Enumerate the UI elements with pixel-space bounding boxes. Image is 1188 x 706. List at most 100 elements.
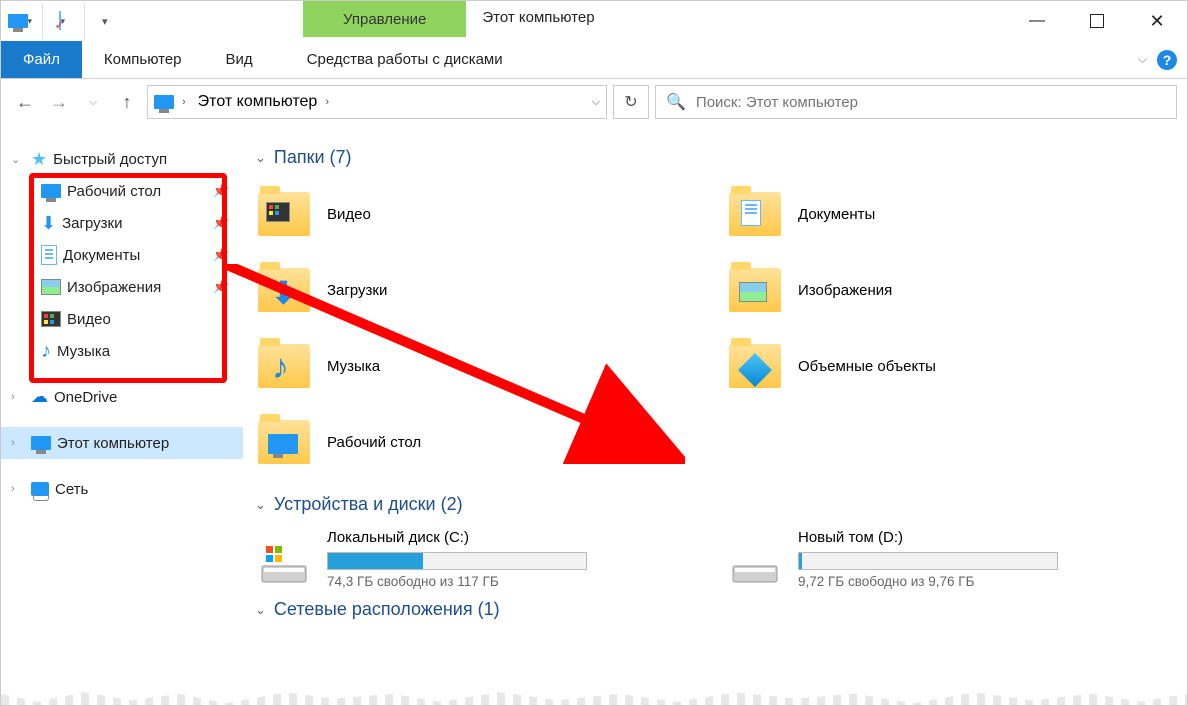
arrow-up-icon: ↑ — [123, 92, 132, 113]
folder-label: Рабочий стол — [327, 434, 421, 451]
video-icon — [266, 202, 290, 222]
caret-right-icon: › — [11, 391, 25, 403]
address-dropdown[interactable]: ⌵ — [592, 96, 600, 109]
folder-label: Документы — [798, 206, 875, 223]
image-icon — [41, 279, 61, 295]
tree-network[interactable]: ›Сеть — [1, 473, 243, 505]
maximize-icon — [1090, 14, 1104, 28]
chevron-right-icon: › — [325, 96, 329, 108]
tree-item-downloads[interactable]: ⬇Загрузки📌 — [1, 207, 243, 239]
nav-history-button[interactable]: ⌵ — [79, 88, 107, 116]
video-icon — [41, 311, 61, 327]
caret-down-icon: ⌄ — [255, 602, 266, 618]
tree-item-videos[interactable]: Видео — [1, 303, 243, 335]
tree-label: Видео — [67, 311, 111, 328]
quick-access-toolbar: ▾ ✓▾ ▾ — [1, 1, 133, 41]
ribbon-collapse-caret[interactable]: ⌵ — [1138, 52, 1147, 67]
computer-icon — [154, 95, 174, 109]
monitor-icon — [41, 184, 61, 198]
drive-capacity-bar — [798, 552, 1058, 570]
music-icon: ♪ — [41, 340, 51, 363]
section-title: Папки (7) — [274, 147, 352, 168]
folder-label: Видео — [327, 206, 371, 223]
caret-down-icon: ⌄ — [11, 153, 25, 166]
download-icon: ⬇ — [270, 274, 297, 312]
qat-customize[interactable]: ▾ — [91, 3, 127, 39]
ribbon-tab-view[interactable]: Вид — [204, 41, 275, 78]
ribbon-tab-file[interactable]: Файл — [1, 41, 82, 78]
folder-pictures[interactable]: Изображения — [726, 258, 1167, 322]
refresh-button[interactable]: ↻ — [613, 85, 649, 119]
chevron-right-icon: › — [182, 96, 186, 108]
folder-documents[interactable]: Документы — [726, 182, 1167, 246]
help-icon: ? — [1163, 52, 1172, 68]
tree-item-pictures[interactable]: Изображения📌 — [1, 271, 243, 303]
section-title: Сетевые расположения (1) — [274, 599, 500, 620]
drive-free-text: 74,3 ГБ свободно из 117 ГБ — [327, 574, 696, 589]
qat-properties[interactable]: ✓▾ — [49, 3, 85, 39]
ribbon-tab-computer[interactable]: Компьютер — [82, 41, 204, 78]
tree-item-documents[interactable]: Документы📌 — [1, 239, 243, 271]
minimize-button[interactable]: — — [1007, 1, 1067, 41]
folder-3d-objects[interactable]: Объемные объекты — [726, 334, 1167, 398]
folder-label: Музыка — [327, 358, 380, 375]
nav-back-button[interactable]: ← — [11, 88, 39, 116]
caret-right-icon: › — [11, 483, 25, 495]
tree-item-music[interactable]: ♪ Музыка — [1, 335, 243, 367]
ribbon-tab-drive-tools[interactable]: Средства работы с дисками — [285, 41, 525, 78]
contextual-tab-manage[interactable]: Управление — [303, 1, 466, 37]
computer-icon — [31, 436, 51, 450]
drive-d[interactable]: Новый том (D:) 9,72 ГБ свободно из 9,76 … — [726, 529, 1167, 589]
caret-down-icon: ▾ — [102, 15, 116, 28]
section-folders-header[interactable]: ⌄ Папки (7) — [255, 147, 1167, 168]
help-button[interactable]: ? — [1157, 50, 1177, 70]
window-controls: — ✕ — [1007, 1, 1187, 41]
close-button[interactable]: ✕ — [1127, 1, 1187, 41]
download-icon: ⬇ — [41, 213, 56, 234]
section-netloc-header[interactable]: ⌄ Сетевые расположения (1) — [255, 599, 1167, 620]
drive-c[interactable]: Локальный диск (C:) 74,3 ГБ свободно из … — [255, 529, 696, 589]
tree-label: Музыка — [57, 343, 110, 360]
drive-fill — [328, 553, 423, 569]
folder-label: Изображения — [798, 282, 892, 299]
caret-right-icon: › — [11, 437, 25, 449]
address-segment[interactable]: Этот компьютер — [198, 93, 318, 111]
search-icon: 🔍 — [666, 92, 686, 112]
folder-desktop[interactable]: Рабочий стол — [255, 410, 696, 474]
search-box[interactable]: 🔍 — [655, 85, 1177, 119]
computer-icon — [8, 14, 28, 28]
close-icon: ✕ — [1149, 11, 1164, 32]
ribbon-tabs: Файл Компьютер Вид Средства работы с дис… — [1, 41, 1187, 79]
drives-grid: Локальный диск (C:) 74,3 ГБ свободно из … — [255, 529, 1167, 589]
tree-label: Документы — [63, 247, 140, 264]
document-icon — [741, 200, 761, 226]
tree-label: OneDrive — [54, 389, 117, 406]
folders-grid: Видео Документы ⬇ Загрузки Изображения ♪М… — [255, 182, 1167, 474]
tree-onedrive[interactable]: ›☁OneDrive — [1, 381, 243, 413]
tree-item-desktop[interactable]: Рабочий стол📌 — [1, 175, 243, 207]
folder-music[interactable]: ♪Музыка — [255, 334, 696, 398]
explorer-body: ⌄ ★ Быстрый доступ Рабочий стол📌 ⬇Загруз… — [1, 125, 1187, 705]
window-title: Этот компьютер — [466, 1, 610, 41]
nav-up-button[interactable]: ↑ — [113, 88, 141, 116]
document-icon — [41, 245, 57, 265]
address-bar[interactable]: › Этот компьютер › ⌵ — [147, 85, 607, 119]
nav-forward-button[interactable]: → — [45, 88, 73, 116]
drive-name: Новый том (D:) — [798, 529, 1167, 546]
folder-videos[interactable]: Видео — [255, 182, 696, 246]
section-drives-header[interactable]: ⌄ Устройства и диски (2) — [255, 494, 1167, 515]
arrow-right-icon: → — [50, 92, 68, 113]
tree-quick-access[interactable]: ⌄ ★ Быстрый доступ — [1, 143, 243, 175]
tree-this-pc[interactable]: ›Этот компьютер — [1, 427, 243, 459]
folder-downloads[interactable]: ⬇ Загрузки — [255, 258, 696, 322]
maximize-button[interactable] — [1067, 1, 1127, 41]
folder-label: Загрузки — [327, 282, 387, 299]
tree-label: Быстрый доступ — [53, 151, 167, 168]
caret-down-icon: ⌵ — [89, 96, 97, 109]
qat-app-icon[interactable]: ▾ — [7, 3, 43, 39]
search-input[interactable] — [696, 94, 1166, 111]
cube-icon — [738, 353, 772, 387]
tree-label: Рабочий стол — [67, 183, 161, 200]
drive-icon — [726, 530, 784, 588]
tree-label: Изображения — [67, 279, 161, 296]
